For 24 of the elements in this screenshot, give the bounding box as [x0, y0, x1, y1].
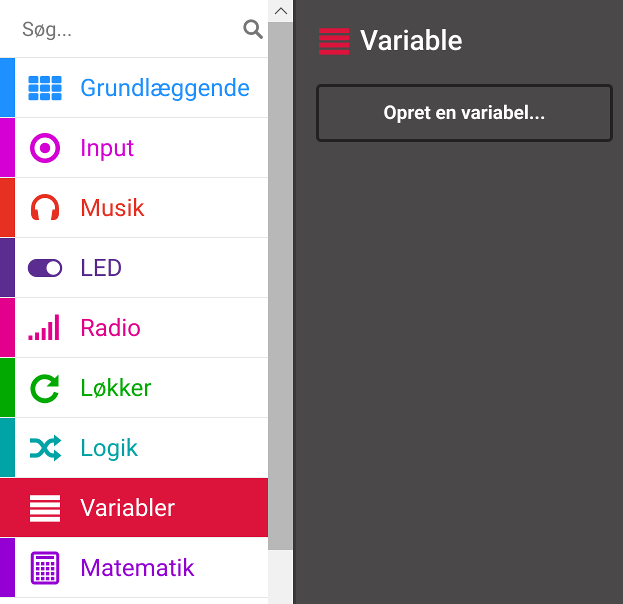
search-icon[interactable] — [242, 18, 264, 40]
category-label: Input — [80, 132, 134, 164]
category-label: Logik — [80, 432, 138, 464]
category-label: Grundlæggende — [80, 72, 250, 104]
category-item[interactable]: LED — [0, 238, 268, 298]
category-item[interactable]: Løkker — [0, 358, 268, 418]
category-label: Matematik — [80, 552, 195, 584]
create-variable-button[interactable]: Opret en variabel... — [316, 84, 613, 142]
category-item[interactable]: Variabler — [0, 478, 268, 538]
category-item[interactable]: Input — [0, 118, 268, 178]
scrollbar[interactable] — [268, 0, 294, 604]
chevron-up-icon[interactable] — [274, 7, 288, 15]
category-item[interactable]: Radio — [0, 298, 268, 358]
flyout-title: Variable — [360, 23, 463, 59]
category-label: Løkker — [80, 372, 152, 404]
category-label: Radio — [80, 312, 141, 344]
search-field[interactable]: Søg... — [22, 14, 232, 44]
category-item[interactable]: Musik — [0, 178, 268, 238]
category-item[interactable]: Matematik — [0, 538, 268, 598]
category-label: Variabler — [80, 492, 175, 524]
category-item[interactable]: Logik — [0, 418, 268, 478]
category-label: LED — [80, 252, 122, 284]
category-item[interactable]: Grundlæggende — [0, 58, 268, 118]
category-label: Musik — [80, 192, 145, 224]
